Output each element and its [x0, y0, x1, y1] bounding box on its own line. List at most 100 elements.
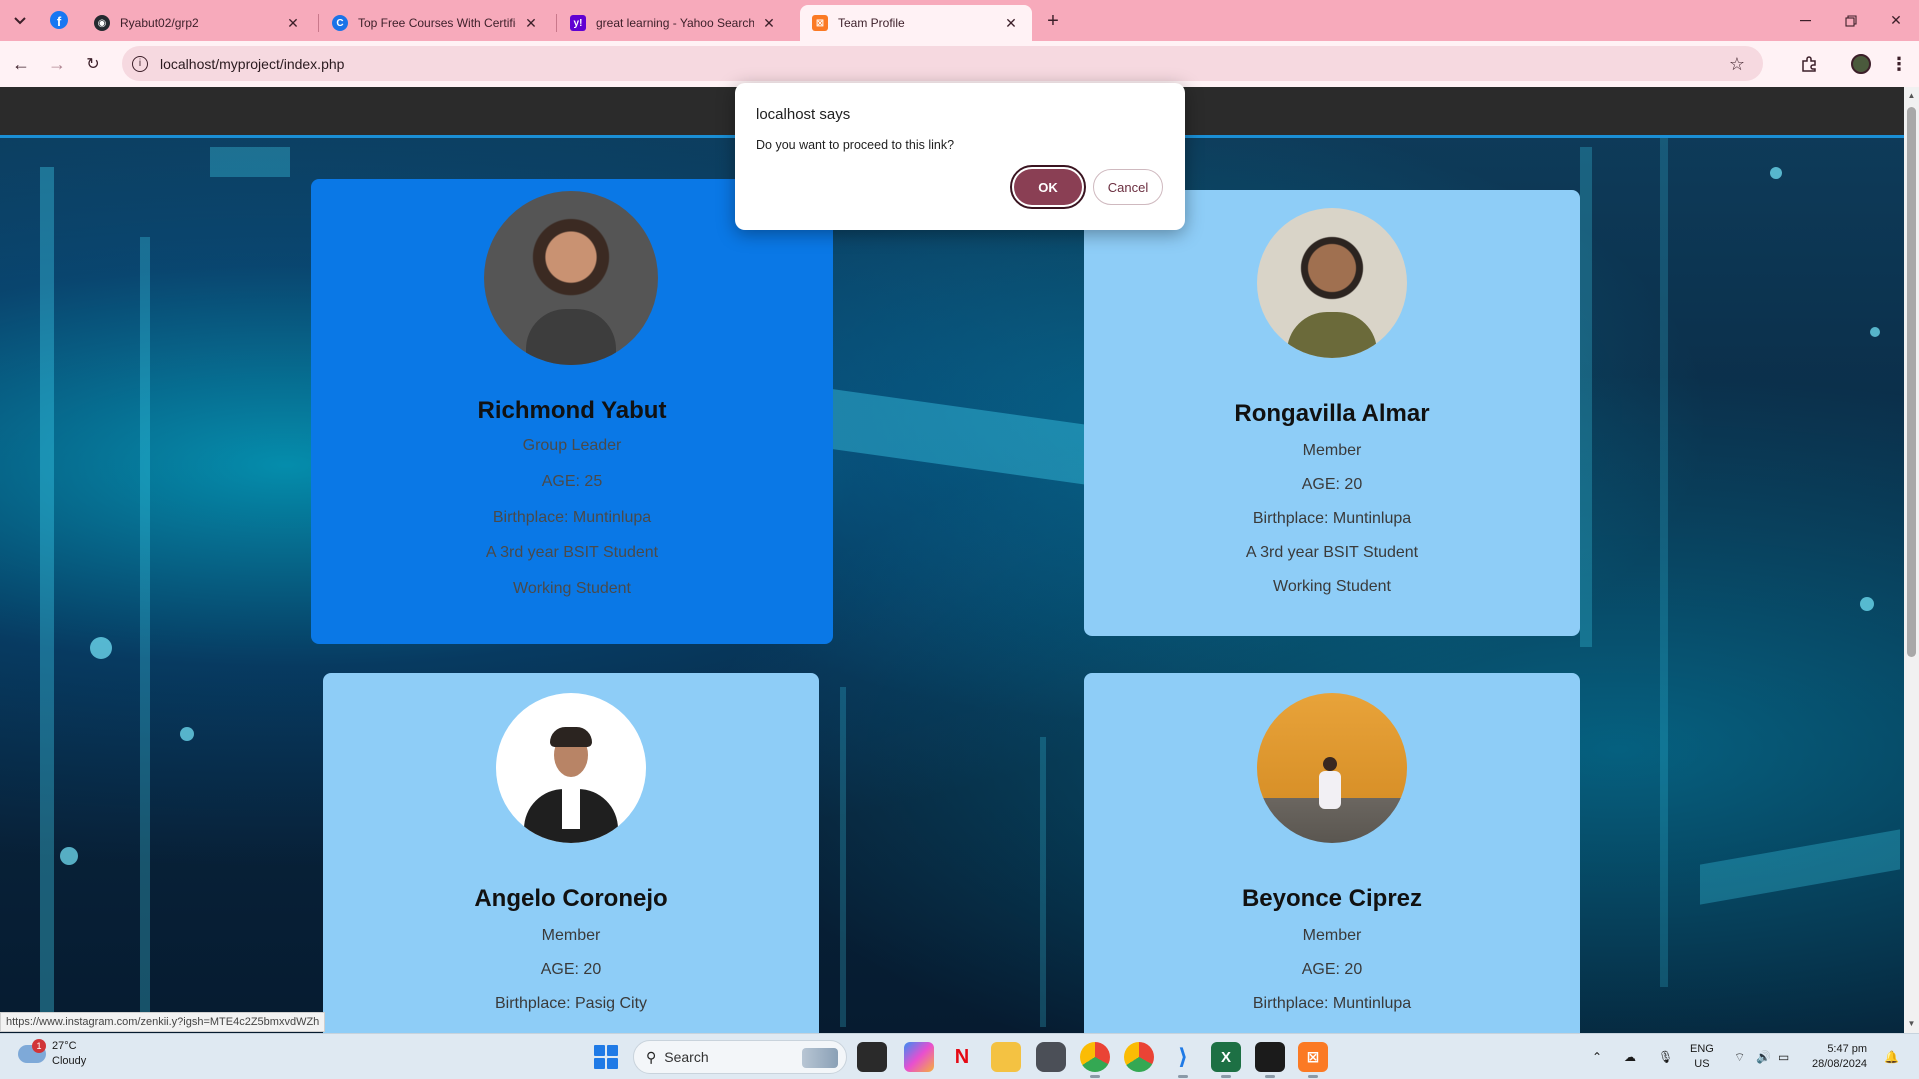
scroll-up-arrow-icon[interactable]: ▲ [1907, 91, 1916, 101]
background-light-stripe [210, 147, 290, 177]
background-light-stripe [1580, 147, 1592, 647]
page-scrollbar[interactable]: ▲ ▼ [1904, 87, 1919, 1033]
tab-strip: f ◉ Ryabut02/grp2 ✕ C Top Free Courses W… [0, 0, 1919, 41]
background-light-dot [180, 727, 194, 741]
address-bar[interactable]: i localhost/myproject/index.php ☆ [122, 46, 1763, 81]
language-indicator[interactable]: ENG US [1690, 1034, 1714, 1079]
vscode-icon[interactable]: ⟩ [1168, 1042, 1198, 1078]
member-role: Group Leader [522, 437, 622, 454]
tab-search-chevron-icon[interactable] [8, 9, 32, 33]
tab-great-learning[interactable]: C Top Free Courses With Certifica ✕ [320, 5, 552, 41]
taskbar-search-box[interactable]: ⚲ Search [633, 1040, 847, 1074]
tab-close-icon[interactable]: ✕ [1002, 14, 1020, 32]
netflix-icon[interactable]: N [947, 1042, 977, 1072]
new-tab-plus-icon[interactable]: + [1040, 8, 1066, 34]
member-role: Member [1302, 927, 1362, 944]
member-age: AGE: 20 [1301, 961, 1363, 978]
site-info-icon[interactable]: i [132, 55, 148, 72]
weather-widget[interactable]: 1 27°C Cloudy [18, 1039, 86, 1069]
clock[interactable]: 5:47 pm 28/08/2024 [1812, 1034, 1867, 1079]
menu-kebab-icon[interactable]: ⋮ [1886, 51, 1912, 77]
background-light-stripe [140, 237, 150, 1027]
tab-close-icon[interactable]: ✕ [522, 14, 540, 32]
notification-bell-icon[interactable]: 🔔 [1884, 1034, 1899, 1079]
avatar [484, 191, 658, 365]
background-light-dot [90, 637, 112, 659]
member-age: AGE: 25 [541, 473, 603, 490]
tab-close-icon[interactable]: ✕ [760, 14, 778, 32]
yahoo-icon: y! [570, 15, 586, 31]
member-role: Member [1302, 442, 1362, 459]
facebook-pinned-tab-icon[interactable]: f [50, 11, 68, 29]
clock-time: 5:47 pm [1827, 1043, 1868, 1055]
dialog-message: Do you want to proceed to this link? [756, 138, 955, 152]
team-card-beyonce-ciprez[interactable]: Beyonce Ciprez Member AGE: 20 Birthplace… [1084, 673, 1580, 1033]
show-hidden-icons-chevron-icon[interactable]: ⌃ [1592, 1034, 1602, 1079]
background-light-stripe [830, 388, 1090, 486]
minimize-icon[interactable] [1782, 0, 1828, 41]
wifi-icon[interactable]: ⌔ [1734, 1034, 1745, 1079]
cancel-button[interactable]: Cancel [1093, 169, 1163, 205]
member-status: Working Student [1273, 578, 1391, 595]
scrollbar-thumb[interactable] [1907, 107, 1916, 657]
member-name: Richmond Yabut [477, 397, 667, 424]
search-icon: ⚲ [646, 1048, 657, 1065]
github-icon: ◉ [94, 15, 110, 31]
dialog-title: localhost says [756, 106, 851, 123]
battery-icon[interactable]: ▭ [1778, 1034, 1789, 1079]
microphone-icon[interactable]: 🎙 [1658, 1034, 1673, 1079]
weather-temperature: 27°C [52, 1040, 77, 1052]
team-card-angelo-coronejo[interactable]: Angelo Coronejo Member AGE: 20 Birthplac… [323, 673, 819, 1033]
background-light-dot [1860, 597, 1874, 611]
extensions-puzzle-icon[interactable] [1796, 51, 1822, 77]
restore-icon[interactable] [1828, 0, 1874, 41]
address-url[interactable]: localhost/myproject/index.php [160, 56, 344, 72]
tab-yahoo-search[interactable]: y! great learning - Yahoo Search R ✕ [558, 5, 790, 41]
terminal-icon[interactable] [1255, 1042, 1285, 1078]
browser-toolbar: ← → ↻ i localhost/myproject/index.php ☆ … [0, 41, 1919, 87]
member-age: AGE: 20 [540, 961, 602, 978]
background-light-stripe [840, 687, 846, 1027]
xampp-taskbar-icon[interactable]: ⊠ [1298, 1042, 1328, 1078]
tab-github[interactable]: ◉ Ryabut02/grp2 ✕ [82, 5, 314, 41]
member-year: A 3rd year BSIT Student [485, 544, 659, 561]
ok-button[interactable]: OK [1010, 165, 1086, 209]
background-light-dot [1770, 167, 1782, 179]
volume-icon[interactable]: 🔊 [1756, 1034, 1771, 1079]
chrome-icon[interactable] [1080, 1042, 1110, 1078]
background-light-dot [1870, 327, 1880, 337]
avatar [1257, 693, 1407, 843]
clock-date: 28/08/2024 [1812, 1058, 1868, 1070]
chrome-profile-icon[interactable] [1124, 1042, 1154, 1072]
background-light-stripe [1700, 829, 1900, 905]
reload-icon[interactable]: ↻ [80, 51, 106, 77]
member-name: Angelo Coronejo [474, 885, 668, 912]
scroll-down-arrow-icon[interactable]: ▼ [1907, 1019, 1916, 1029]
excel-icon[interactable]: X [1211, 1042, 1241, 1078]
bookmark-star-icon[interactable]: ☆ [1729, 54, 1745, 75]
task-view-icon[interactable] [857, 1042, 887, 1072]
tab-divider [318, 14, 319, 32]
greatlearning-icon: C [332, 15, 348, 31]
member-birthplace: Birthplace: Muntinlupa [1252, 510, 1412, 527]
onedrive-cloud-icon[interactable]: ☁ [1624, 1034, 1636, 1079]
xampp-icon: ⊠ [812, 15, 828, 31]
member-role: Member [541, 927, 601, 944]
team-card-rongavilla-almar[interactable]: Rongavilla Almar Member AGE: 20 Birthpla… [1084, 190, 1580, 636]
tab-team-profile[interactable]: ⊠ Team Profile ✕ [800, 5, 1032, 41]
member-birthplace: Birthplace: Pasig City [494, 995, 648, 1012]
window-close-icon[interactable]: ✕ [1873, 0, 1919, 41]
search-highlight-image [802, 1048, 838, 1068]
back-arrow-icon[interactable]: ← [8, 51, 34, 77]
avatar [496, 693, 646, 843]
profile-avatar-icon[interactable] [1848, 51, 1874, 77]
file-explorer-icon[interactable] [991, 1042, 1021, 1072]
copilot-icon[interactable] [904, 1042, 934, 1072]
app-hexagon-icon[interactable] [1036, 1042, 1066, 1072]
windows-start-icon[interactable] [594, 1045, 618, 1069]
forward-arrow-icon[interactable]: → [44, 51, 70, 77]
tab-title: Top Free Courses With Certifica [358, 16, 516, 30]
team-card-richmond-yabut[interactable]: Richmond Yabut Group Leader AGE: 25 Birt… [311, 179, 833, 644]
tab-close-icon[interactable]: ✕ [284, 14, 302, 32]
cloud-icon: 1 [18, 1039, 46, 1063]
